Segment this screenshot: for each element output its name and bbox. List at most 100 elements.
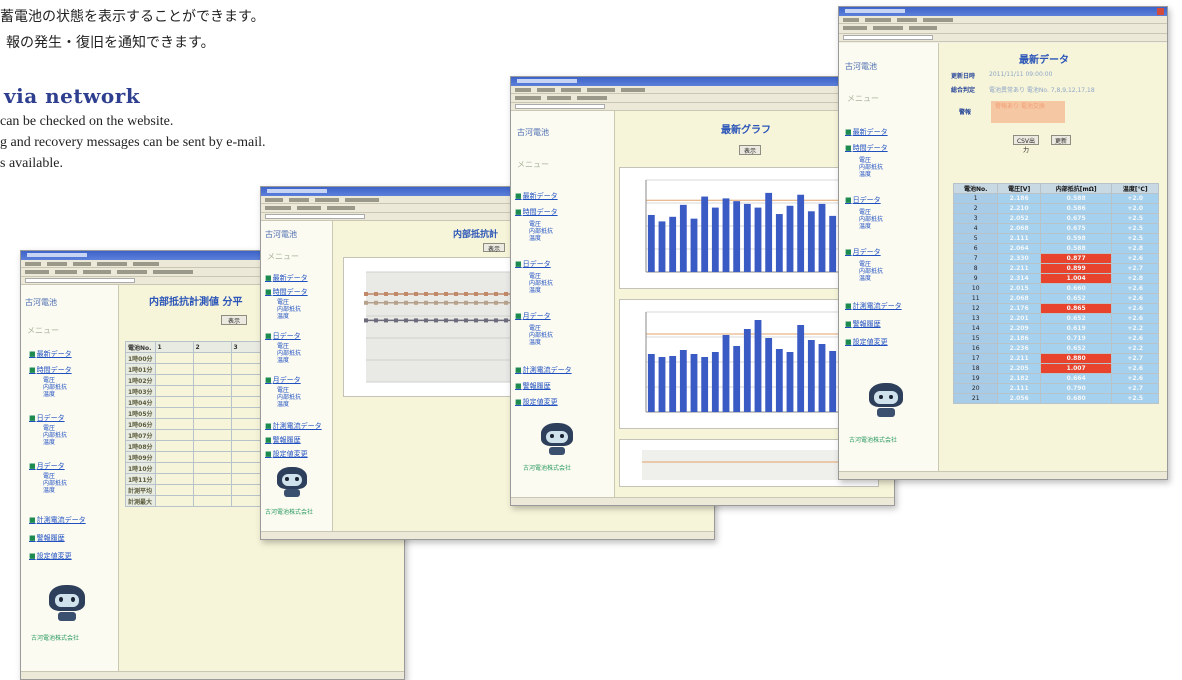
cell-voltage: 2.236 bbox=[997, 343, 1041, 354]
sub-resistance[interactable]: 内部抵抗 bbox=[529, 228, 553, 235]
sub-voltage[interactable]: 電圧 bbox=[859, 157, 883, 164]
nav-daily-data[interactable]: 日データ bbox=[845, 195, 881, 205]
display-button[interactable]: 表示 bbox=[483, 243, 505, 253]
refresh-button[interactable]: 更新 bbox=[1051, 135, 1071, 145]
nav-hourly-data[interactable]: 時間データ bbox=[29, 365, 72, 375]
nav-hourly-data[interactable]: 時間データ bbox=[515, 207, 558, 217]
sub-voltage[interactable]: 電圧 bbox=[277, 299, 301, 306]
sub-resistance[interactable]: 内部抵抗 bbox=[529, 332, 553, 339]
sub-links-daily[interactable]: 電圧 内部抵抗 温度 bbox=[43, 425, 67, 446]
display-button[interactable]: 表示 bbox=[739, 145, 761, 155]
sub-resistance[interactable]: 内部抵抗 bbox=[277, 394, 301, 401]
sub-temperature[interactable]: 温度 bbox=[43, 391, 67, 398]
nav-latest-data[interactable]: 最新データ bbox=[845, 127, 888, 137]
bar bbox=[701, 196, 709, 272]
menu-bar[interactable] bbox=[839, 16, 1167, 24]
sub-links-monthly[interactable]: 電圧 内部抵抗 温度 bbox=[859, 261, 883, 282]
sub-temperature[interactable]: 温度 bbox=[277, 401, 301, 408]
close-icon[interactable] bbox=[1157, 8, 1164, 15]
sub-resistance[interactable]: 内部抵抗 bbox=[277, 350, 301, 357]
sub-links-hourly[interactable]: 電圧 内部抵抗 温度 bbox=[43, 377, 67, 398]
sub-temperature[interactable]: 温度 bbox=[529, 235, 553, 242]
sub-temperature[interactable]: 温度 bbox=[859, 275, 883, 282]
sub-resistance[interactable]: 内部抵抗 bbox=[859, 268, 883, 275]
nav-settings[interactable]: 設定値変更 bbox=[265, 449, 308, 459]
sub-resistance[interactable]: 内部抵抗 bbox=[43, 432, 67, 439]
display-button[interactable]: 表示 bbox=[221, 315, 247, 325]
sub-temperature[interactable]: 温度 bbox=[43, 487, 67, 494]
nav-latest-data[interactable]: 最新データ bbox=[29, 349, 72, 359]
sub-links-hourly[interactable]: 電圧 内部抵抗 温度 bbox=[859, 157, 883, 178]
sub-links-monthly[interactable]: 電圧 内部抵抗 温度 bbox=[529, 325, 553, 346]
nav-monthly-data[interactable]: 月データ bbox=[265, 375, 301, 385]
sub-links-monthly[interactable]: 電圧 内部抵抗 温度 bbox=[43, 473, 67, 494]
cell-battery-no: 20 bbox=[952, 383, 999, 394]
sub-links-monthly[interactable]: 電圧 内部抵抗 温度 bbox=[277, 387, 301, 408]
nav-current-data[interactable]: 計測電流データ bbox=[29, 515, 86, 525]
nav-monthly-data[interactable]: 月データ bbox=[29, 461, 65, 471]
sub-links-daily[interactable]: 電圧 内部抵抗 温度 bbox=[529, 273, 553, 294]
sub-temperature[interactable]: 温度 bbox=[277, 357, 301, 364]
sub-temperature[interactable]: 温度 bbox=[859, 223, 883, 230]
nav-hourly-data[interactable]: 時間データ bbox=[845, 143, 888, 153]
sub-voltage[interactable]: 電圧 bbox=[529, 325, 553, 332]
page-title: 最新グラフ bbox=[721, 125, 771, 136]
nav-settings[interactable]: 設定値変更 bbox=[845, 337, 888, 347]
address-bar[interactable] bbox=[839, 34, 1167, 42]
nav-alarm-history[interactable]: 警報履歴 bbox=[845, 319, 881, 329]
nav-settings[interactable]: 設定値変更 bbox=[515, 397, 558, 407]
nav-current-data[interactable]: 計測電流データ bbox=[265, 421, 322, 431]
bar bbox=[647, 214, 655, 272]
sub-voltage[interactable]: 電圧 bbox=[529, 221, 553, 228]
nav-monthly-data[interactable]: 月データ bbox=[515, 311, 551, 321]
sub-resistance[interactable]: 内部抵抗 bbox=[529, 280, 553, 287]
sub-temperature[interactable]: 温度 bbox=[277, 313, 301, 320]
nav-settings[interactable]: 設定値変更 bbox=[29, 551, 72, 561]
sub-temperature[interactable]: 温度 bbox=[529, 339, 553, 346]
row-label: 1時08分 bbox=[125, 440, 156, 452]
nav-alarm-history[interactable]: 警報履歴 bbox=[515, 381, 551, 391]
nav-current-data[interactable]: 計測電流データ bbox=[845, 301, 902, 311]
data-point bbox=[424, 292, 428, 296]
sub-links-daily[interactable]: 電圧 内部抵抗 温度 bbox=[277, 343, 301, 364]
nav-latest-data[interactable]: 最新データ bbox=[515, 191, 558, 201]
address-bar[interactable] bbox=[511, 103, 894, 111]
sub-voltage[interactable]: 電圧 bbox=[859, 261, 883, 268]
sub-links-hourly[interactable]: 電圧 内部抵抗 温度 bbox=[277, 299, 301, 320]
toolbar[interactable] bbox=[511, 94, 894, 103]
nav-monthly-data[interactable]: 月データ bbox=[845, 247, 881, 257]
sub-resistance[interactable]: 内部抵抗 bbox=[43, 384, 67, 391]
sub-links-hourly[interactable]: 電圧 内部抵抗 温度 bbox=[529, 221, 553, 242]
nav-latest-data[interactable]: 最新データ bbox=[265, 273, 308, 283]
cell-resistance: 0.719 bbox=[1039, 333, 1113, 344]
sub-resistance[interactable]: 内部抵抗 bbox=[859, 216, 883, 223]
cell-resistance: 0.675 bbox=[1039, 213, 1113, 224]
sub-voltage[interactable]: 電圧 bbox=[529, 273, 553, 280]
sub-voltage[interactable]: 電圧 bbox=[43, 377, 67, 384]
sub-temperature[interactable]: 温度 bbox=[859, 171, 883, 178]
data-point bbox=[504, 300, 508, 305]
nav-hourly-data[interactable]: 時間データ bbox=[265, 287, 308, 297]
nav-current-data[interactable]: 計測電流データ bbox=[515, 365, 572, 375]
sub-temperature[interactable]: 温度 bbox=[43, 439, 67, 446]
cell-battery-no: 11 bbox=[952, 293, 999, 304]
nav-alarm-history[interactable]: 警報履歴 bbox=[265, 435, 301, 445]
nav-daily-data[interactable]: 日データ bbox=[29, 413, 65, 423]
menu-bar[interactable] bbox=[511, 86, 894, 94]
toolbar[interactable] bbox=[839, 24, 1167, 34]
sub-voltage[interactable]: 電圧 bbox=[859, 209, 883, 216]
nav-daily-data[interactable]: 日データ bbox=[265, 331, 301, 341]
sub-voltage[interactable]: 電圧 bbox=[277, 343, 301, 350]
nav-alarm-history[interactable]: 警報履歴 bbox=[29, 533, 65, 543]
sub-temperature[interactable]: 温度 bbox=[529, 287, 553, 294]
csv-button[interactable]: CSV出力 bbox=[1013, 135, 1039, 154]
cell-battery-no: 6 bbox=[952, 243, 999, 254]
sub-links-daily[interactable]: 電圧 内部抵抗 温度 bbox=[859, 209, 883, 230]
nav-daily-data[interactable]: 日データ bbox=[515, 259, 551, 269]
sub-resistance[interactable]: 内部抵抗 bbox=[43, 480, 67, 487]
sub-resistance[interactable]: 内部抵抗 bbox=[859, 164, 883, 171]
sub-resistance[interactable]: 内部抵抗 bbox=[277, 306, 301, 313]
sub-voltage[interactable]: 電圧 bbox=[43, 425, 67, 432]
sub-voltage[interactable]: 電圧 bbox=[277, 387, 301, 394]
sub-voltage[interactable]: 電圧 bbox=[43, 473, 67, 480]
